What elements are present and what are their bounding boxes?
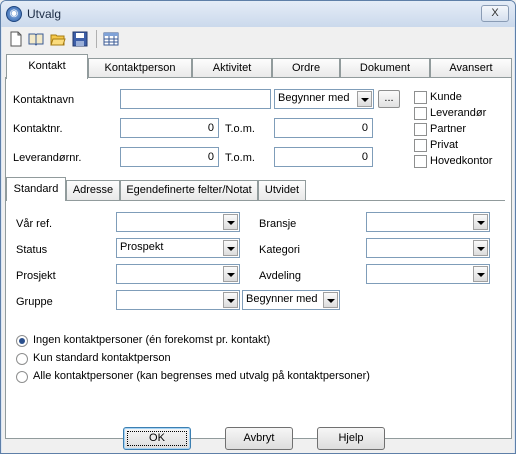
subtab-utvidet[interactable]: Utvidet	[258, 180, 306, 200]
toolbar-separator	[96, 30, 97, 48]
chevron-down-icon[interactable]	[223, 240, 238, 256]
radio-ingen-kontaktpersoner[interactable]	[16, 335, 28, 347]
leverandornr-from-input[interactable]: 0	[120, 147, 219, 167]
chevron-down-icon[interactable]	[223, 292, 238, 308]
standard-panel: Vår ref. Status Prospekt Prosjekt Gruppe	[5, 200, 505, 436]
chevron-down-icon[interactable]	[357, 91, 372, 107]
kontaktnavn-browse-button[interactable]: ...	[378, 90, 400, 108]
chevron-down-icon[interactable]	[473, 214, 488, 230]
chevron-down-icon[interactable]	[223, 214, 238, 230]
chevron-down-icon[interactable]	[323, 292, 338, 308]
avdeling-label: Avdeling	[259, 270, 301, 282]
gruppe-match-value: Begynner med	[246, 293, 318, 305]
help-button[interactable]: Hjelp	[317, 427, 385, 450]
kontaktnr-tom-label: T.o.m.	[225, 123, 255, 135]
privat-label: Privat	[430, 139, 459, 151]
subtab-standard[interactable]: Standard	[6, 177, 66, 201]
leverandornr-label: Leverandørnr.	[13, 152, 82, 164]
bransje-select[interactable]	[366, 212, 490, 232]
partner-label: Partner	[430, 123, 467, 135]
kontaktnr-from-input[interactable]: 0	[120, 118, 219, 138]
cancel-button-label: Avbryt	[243, 432, 275, 444]
kontaktnavn-label: Kontaktnavn	[13, 94, 75, 106]
kunde-label: Kunde	[430, 91, 462, 103]
help-button-label: Hjelp	[338, 432, 364, 444]
leverandornr-tom-label: T.o.m.	[225, 152, 255, 164]
cancel-button[interactable]: Avbryt	[225, 427, 293, 450]
status-label: Status	[16, 244, 48, 256]
leverandornr-to-input[interactable]: 0	[274, 147, 373, 167]
leverandor-label: Leverandør	[430, 107, 487, 119]
hovedkontor-label: Hovedkontor	[430, 155, 493, 167]
gruppe-match-select[interactable]: Begynner med	[242, 290, 340, 310]
close-button[interactable]: X	[481, 5, 509, 22]
radio-kun-standard[interactable]	[16, 353, 28, 365]
radio-alle-label: Alle kontaktpersoner (kan begrenses med …	[33, 370, 370, 382]
partner-checkbox[interactable]	[414, 123, 427, 136]
main-tabs: Kontakt Kontaktperson Aktivitet Ordre Do…	[2, 54, 514, 79]
tab-kontakt[interactable]: Kontakt	[6, 54, 88, 79]
kontaktnr-to-input[interactable]: 0	[274, 118, 373, 138]
bransje-label: Bransje	[259, 218, 297, 230]
radio-kun-standard-label: Kun standard kontaktperson	[33, 352, 171, 364]
app-logo-icon: ◉	[6, 6, 22, 22]
status-select[interactable]: Prospekt	[116, 238, 240, 258]
save-icon[interactable]	[72, 31, 88, 47]
tab-ordre[interactable]: Ordre	[272, 58, 340, 78]
title-bar: ◉ Utvalg X	[1, 1, 515, 27]
var-ref-label: Vår ref.	[16, 218, 53, 230]
radio-ingen-label: Ingen kontaktpersoner (én forekomst pr. …	[33, 334, 271, 346]
leverandor-checkbox[interactable]	[414, 107, 427, 120]
window-title: Utvalg	[27, 7, 62, 21]
prosjekt-label: Prosjekt	[16, 270, 56, 282]
var-ref-select[interactable]	[116, 212, 240, 232]
hovedkontor-checkbox[interactable]	[414, 155, 427, 168]
kunde-checkbox[interactable]	[414, 91, 427, 104]
table-view-icon[interactable]	[103, 31, 119, 47]
subtab-egendefinerte[interactable]: Egendefinerte felter/Notat	[120, 180, 258, 200]
toolbar	[2, 27, 514, 51]
kontaktnavn-input[interactable]	[120, 89, 271, 109]
chevron-down-icon[interactable]	[223, 266, 238, 282]
dialog-client: Kontakt Kontaktperson Aktivitet Ordre Do…	[2, 27, 514, 453]
privat-checkbox[interactable]	[414, 139, 427, 152]
new-document-icon[interactable]	[8, 31, 24, 47]
gruppe-label: Gruppe	[16, 296, 53, 308]
open-book-icon[interactable]	[28, 31, 44, 47]
tab-avansert[interactable]: Avansert	[430, 58, 512, 78]
focus-rectangle	[127, 431, 187, 446]
ok-button[interactable]: OK	[123, 427, 191, 450]
tab-dokument[interactable]: Dokument	[340, 58, 430, 78]
status-value: Prospekt	[120, 241, 164, 253]
kontaktnavn-match-value: Begynner med	[278, 92, 350, 104]
radio-alle-kontaktpersoner[interactable]	[16, 371, 28, 383]
subtab-adresse[interactable]: Adresse	[66, 180, 120, 200]
chevron-down-icon[interactable]	[473, 240, 488, 256]
kategori-label: Kategori	[259, 244, 300, 256]
tab-kontaktperson[interactable]: Kontaktperson	[88, 58, 192, 78]
open-folder-icon[interactable]	[50, 31, 66, 47]
chevron-down-icon[interactable]	[473, 266, 488, 282]
prosjekt-select[interactable]	[116, 264, 240, 284]
dialog-window: ◉ Utvalg X Kontakt Kontaktperson Aktivit…	[0, 0, 516, 454]
kategori-select[interactable]	[366, 238, 490, 258]
kontaktnavn-match-select[interactable]: Begynner med	[274, 89, 374, 109]
gruppe-select[interactable]	[116, 290, 240, 310]
kontaktnr-label: Kontaktnr.	[13, 123, 63, 135]
avdeling-select[interactable]	[366, 264, 490, 284]
tab-aktivitet[interactable]: Aktivitet	[192, 58, 272, 78]
